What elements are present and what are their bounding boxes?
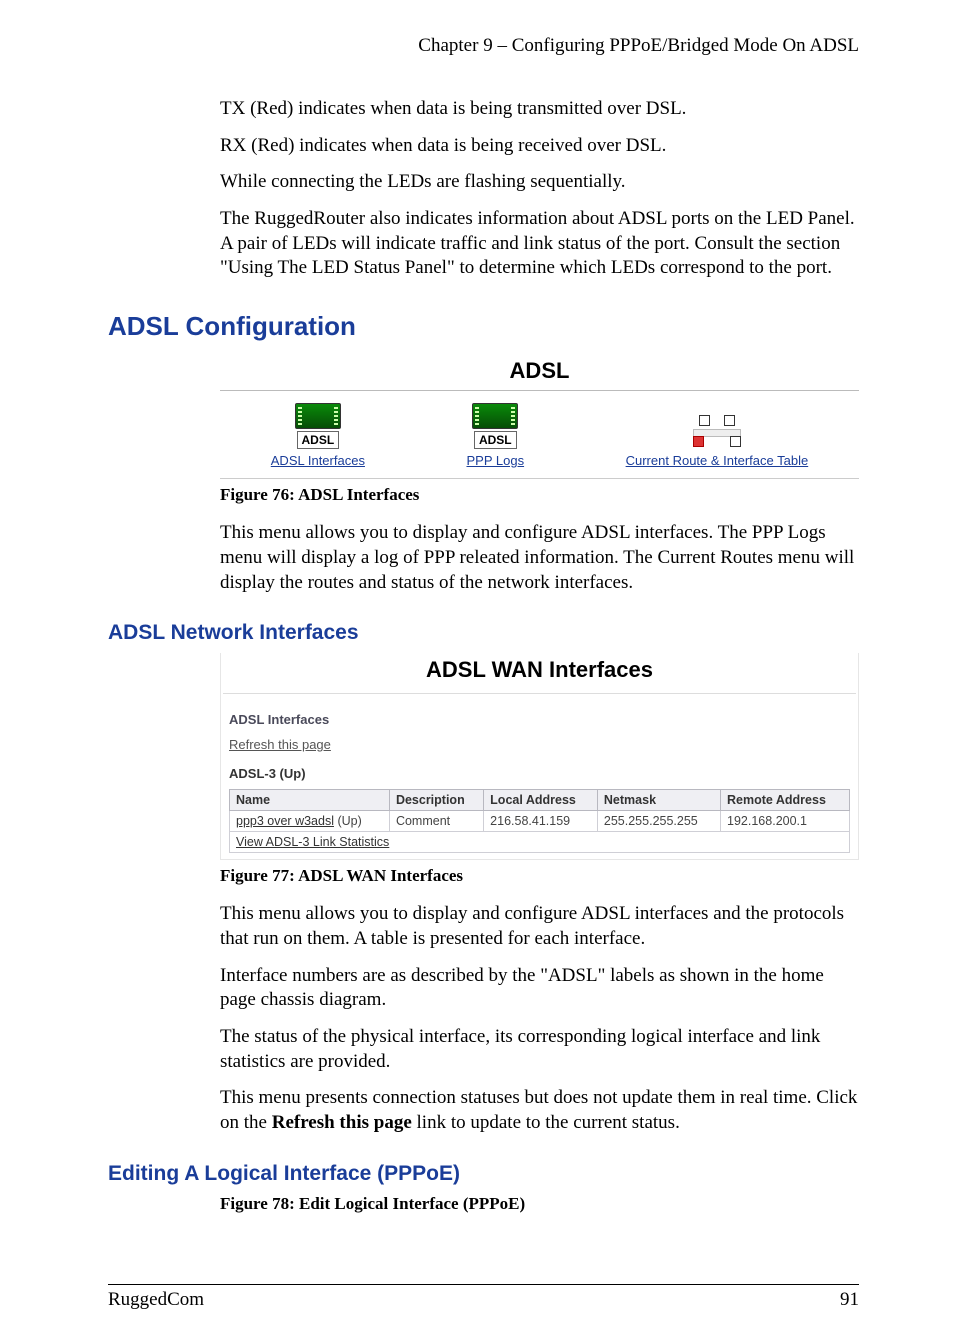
section2-p3: The status of the physical interface, it…	[220, 1025, 859, 1074]
chip-icon	[472, 403, 518, 429]
col-netmask: Netmask	[597, 790, 720, 811]
section2-p1: This menu allows you to display and conf…	[220, 902, 859, 951]
interface-label: ADSL-3 (Up)	[229, 766, 850, 781]
interface-table: Name Description Local Address Netmask R…	[229, 789, 850, 853]
col-remote: Remote Address	[721, 790, 850, 811]
intro-p2: RX (Red) indicates when data is being re…	[220, 134, 859, 159]
adsl-badge-icon: ADSL	[474, 431, 517, 449]
panel-title-adsl: ADSL	[220, 354, 859, 391]
intro-p4: The RuggedRouter also indicates informat…	[220, 207, 859, 281]
adsl-badge-icon: ADSL	[297, 431, 340, 449]
page-footer: RuggedCom 91	[108, 1284, 859, 1311]
interface-name-link[interactable]: ppp3 over w3adsl	[236, 814, 334, 828]
ppp-logs-item[interactable]: ADSL PPP Logs	[466, 403, 524, 468]
ppp-logs-link[interactable]: PPP Logs	[466, 453, 524, 468]
col-local: Local Address	[484, 790, 598, 811]
cell-name: ppp3 over w3adsl (Up)	[230, 811, 390, 832]
intro-p1: TX (Red) indicates when data is being tr…	[220, 97, 859, 122]
interface-status: (Up)	[337, 814, 361, 828]
group-title-adsl-interfaces: ADSL Interfaces	[229, 712, 850, 727]
cell-description: Comment	[389, 811, 483, 832]
refresh-bold-text: Refresh this page	[272, 1112, 412, 1133]
chip-icon	[295, 403, 341, 429]
table-row: ppp3 over w3adsl (Up) Comment 216.58.41.…	[230, 811, 850, 832]
cell-netmask: 255.255.255.255	[597, 811, 720, 832]
refresh-page-link[interactable]: Refresh this page	[229, 737, 331, 752]
intro-p3: While connecting the LEDs are flashing s…	[220, 170, 859, 195]
figure-78-caption: Figure 78: Edit Logical Interface (PPPoE…	[220, 1194, 859, 1214]
adsl-interfaces-item[interactable]: ADSL ADSL Interfaces	[271, 403, 365, 468]
heading-adsl-network-interfaces: ADSL Network Interfaces	[108, 621, 859, 645]
heading-adsl-configuration: ADSL Configuration	[108, 311, 859, 342]
figure-76-panel: ADSL ADSL ADSL Interfaces ADSL PPP Logs …	[220, 354, 859, 479]
cell-stats-link: View ADSL-3 Link Statistics	[230, 832, 850, 853]
figure-76-caption: Figure 76: ADSL Interfaces	[220, 485, 859, 505]
section2-p4: This menu presents connection statuses b…	[220, 1086, 859, 1135]
text-span: link to update to the current status.	[412, 1112, 680, 1133]
route-table-link[interactable]: Current Route & Interface Table	[626, 453, 809, 468]
footer-page-number: 91	[840, 1289, 859, 1311]
table-header-row: Name Description Local Address Netmask R…	[230, 790, 850, 811]
view-link-statistics-link[interactable]: View ADSL-3 Link Statistics	[236, 835, 389, 849]
section2-p2: Interface numbers are as described by th…	[220, 964, 859, 1013]
footer-left: RuggedCom	[108, 1289, 204, 1311]
figure-77-caption: Figure 77: ADSL WAN Interfaces	[220, 866, 859, 886]
table-row: View ADSL-3 Link Statistics	[230, 832, 850, 853]
adsl-interfaces-link[interactable]: ADSL Interfaces	[271, 453, 365, 468]
heading-editing-logical-interface: Editing A Logical Interface (PPPoE)	[108, 1162, 859, 1186]
col-name: Name	[230, 790, 390, 811]
cell-remote: 192.168.200.1	[721, 811, 850, 832]
section2-body: This menu allows you to display and conf…	[220, 902, 859, 1136]
intro-block: TX (Red) indicates when data is being tr…	[220, 97, 859, 281]
col-description: Description	[389, 790, 483, 811]
route-icon	[693, 415, 741, 447]
cell-local: 216.58.41.159	[484, 811, 598, 832]
route-table-item[interactable]: Current Route & Interface Table	[626, 415, 809, 468]
chapter-header: Chapter 9 – Configuring PPPoE/Bridged Mo…	[108, 35, 859, 57]
section1-p: This menu allows you to display and conf…	[220, 521, 859, 595]
figure-77-panel: ADSL WAN Interfaces ADSL Interfaces Refr…	[220, 653, 859, 860]
section1-body: This menu allows you to display and conf…	[220, 521, 859, 595]
panel-title-wan: ADSL WAN Interfaces	[223, 653, 856, 694]
